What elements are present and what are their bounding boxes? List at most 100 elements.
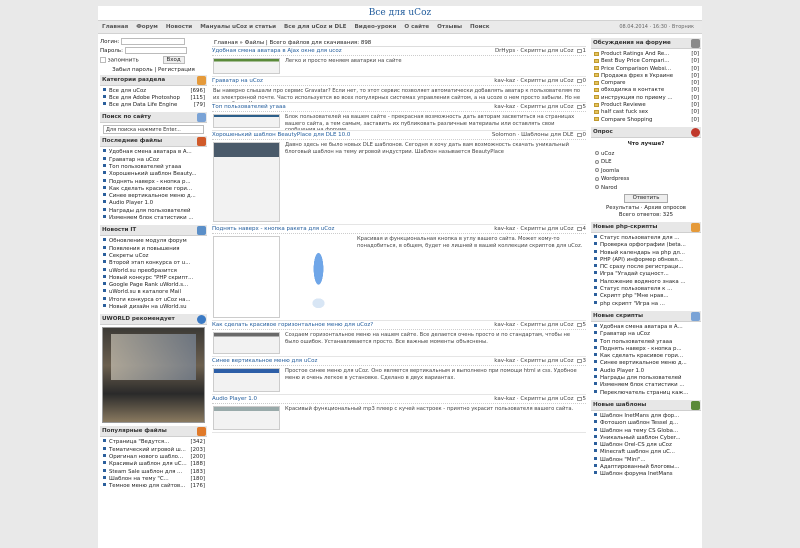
forum-topic-item[interactable]: [0] Compare: [594, 80, 701, 87]
poll-option[interactable]: uCoz: [595, 150, 697, 158]
it-news-item[interactable]: Второй этап конкурса от u...: [103, 260, 207, 267]
entry-meta-text[interactable]: kav-kaz · Скрипты для uCoz: [494, 396, 573, 402]
entry-thumbnail[interactable]: [213, 114, 280, 128]
new-script-item[interactable]: Награды для пользователей: [594, 375, 701, 382]
new-template-item[interactable]: Шаблон "Mini"...: [594, 456, 701, 464]
nav-item-3[interactable]: Мануалы uCoz и статьи: [196, 21, 280, 34]
forum-topic-item[interactable]: [0] Продажа фрез в Украине: [594, 73, 701, 80]
popular-file-item[interactable]: [203] Тематический игровой ш...: [103, 446, 207, 454]
entry-meta-text[interactable]: kav-kaz · Скрипты для uCoz: [494, 322, 573, 328]
popular-file-item[interactable]: [180] Шаблон на тему "С...: [103, 475, 207, 483]
forum-topic-item[interactable]: [0] Product Reviewe: [594, 102, 701, 109]
latest-file-item[interactable]: Как сделать красивое гори...: [103, 185, 207, 193]
forum-topic-item[interactable]: [0] обходилка в контакте: [594, 87, 701, 94]
new-php-item[interactable]: Скрипт php "Мне нрав...: [594, 293, 701, 300]
latest-file-item[interactable]: Топ пользователей угааа: [103, 163, 207, 171]
nav-item-8[interactable]: Поиск: [466, 21, 494, 34]
entry-title[interactable]: Топ пользователей угааа: [212, 104, 286, 110]
comment-icon[interactable]: [576, 132, 582, 137]
rocket-icon[interactable]: [285, 236, 352, 318]
it-news-item[interactable]: uWorld.su преобразится: [103, 267, 207, 275]
new-template-item[interactable]: Шаблон Orel-CS для uCoz: [594, 442, 701, 449]
comment-icon[interactable]: [576, 396, 582, 401]
latest-file-item[interactable]: Хорошенький шаблон Beauty...: [103, 171, 207, 178]
latest-file-item[interactable]: Поднять наверх - кнопка р...: [103, 178, 207, 186]
nav-item-1[interactable]: Форум: [132, 21, 162, 34]
new-script-item[interactable]: Удобная смена аватара в А...: [594, 323, 701, 331]
latest-file-item[interactable]: Изменяем блок статистики ...: [103, 215, 207, 222]
it-news-item[interactable]: Итоги конкурса от uCoz на...: [103, 296, 207, 304]
comment-icon[interactable]: [576, 48, 582, 53]
entry-thumbnail[interactable]: [213, 236, 280, 318]
entry-title[interactable]: Audio Player 1.0: [212, 396, 257, 402]
forum-topic-item[interactable]: [0] Compare Shopping: [594, 117, 701, 124]
new-script-item[interactable]: Audio Player 1.0: [594, 367, 701, 375]
entry-meta-text[interactable]: kav-kaz · Скрипты для uCoz: [494, 104, 573, 110]
new-script-item[interactable]: Переключатель страниц каж...: [594, 389, 701, 397]
it-news-item[interactable]: Новый конкурс "PHP скрипт...: [103, 274, 207, 282]
uworld-banner[interactable]: [102, 327, 205, 424]
new-php-item[interactable]: ПС сразу после регистраци...: [594, 264, 701, 271]
it-news-item[interactable]: Обновление модуля форум: [103, 238, 207, 245]
new-template-item[interactable]: Адаптированный блоговы...: [594, 464, 701, 471]
forum-topic-item[interactable]: [0] Best Buy Price Compari...: [594, 58, 701, 65]
entry-thumbnail[interactable]: [213, 406, 280, 430]
popular-file-item[interactable]: [200] Оригинал нового шабло...: [103, 453, 207, 461]
entry-title[interactable]: Граватар на uCoz: [212, 78, 263, 84]
new-template-item[interactable]: Minecraft шаблон для uC...: [594, 449, 701, 456]
latest-file-item[interactable]: Награды для пользователей: [103, 207, 207, 215]
popular-file-item[interactable]: [188] Красивый шаблон для uC...: [103, 461, 207, 468]
poll-option[interactable]: Joomla: [595, 167, 697, 175]
new-template-item[interactable]: Шаблон форума InetMans: [594, 471, 701, 478]
site-title-link[interactable]: Все для uCoz: [369, 8, 431, 18]
password-input[interactable]: [124, 47, 187, 54]
entry-thumbnail[interactable]: [213, 368, 280, 392]
entry-title[interactable]: Как сделать красивое горизонтальное меню…: [212, 322, 373, 328]
enter-button[interactable]: Вход: [162, 56, 185, 64]
remember-checkbox[interactable]: [100, 57, 106, 63]
popular-file-item[interactable]: [342] Страница "Ведутся...: [103, 439, 207, 446]
entry-thumbnail[interactable]: [213, 332, 280, 354]
comment-icon[interactable]: [576, 78, 582, 83]
radio-button[interactable]: [595, 168, 599, 173]
new-template-item[interactable]: Шаблон на тему CS Globa...: [594, 427, 701, 435]
entry-title[interactable]: Хорошенький шаблон BeautyPlace для DLE 1…: [212, 132, 350, 138]
nav-item-4[interactable]: Все для uCoz и DLE: [280, 21, 351, 34]
category-item[interactable]: [79] Все для Data Life Engine: [103, 102, 207, 109]
forum-topic-item[interactable]: [0] Product Ratings And Re...: [594, 51, 701, 58]
category-item[interactable]: [696] Все для uCoz: [103, 87, 207, 95]
entry-meta-text[interactable]: kav-kaz · Скрипты для uCoz: [494, 358, 573, 364]
search-input[interactable]: Для поиска нажмите Enter...: [103, 125, 204, 135]
entry-thumbnail[interactable]: [213, 58, 280, 74]
forum-topic-item[interactable]: [0] инструкция по приему ...: [594, 95, 701, 102]
nav-item-2[interactable]: Новости: [162, 21, 196, 34]
entry-meta-text[interactable]: Solomon · Шаблоны для DLE: [492, 132, 574, 138]
radio-button[interactable]: [595, 176, 599, 181]
radio-button[interactable]: [595, 185, 599, 190]
new-script-item[interactable]: Синее вертикальное меню д...: [594, 360, 701, 367]
comment-icon[interactable]: [576, 358, 582, 363]
comment-icon[interactable]: [576, 226, 582, 231]
it-news-item[interactable]: Секреты uCoz: [103, 252, 207, 260]
forgot-register-link[interactable]: Забыл пароль | Регистрация: [112, 67, 195, 73]
new-script-item[interactable]: Как сделать красивое гори...: [594, 353, 701, 360]
new-script-item[interactable]: Изменяем блок статистики ...: [594, 382, 701, 389]
new-php-item[interactable]: Игра "Угадай сущност...: [594, 271, 701, 278]
poll-option[interactable]: Wordpress: [595, 175, 697, 183]
entry-thumbnail[interactable]: [213, 142, 280, 222]
new-template-item[interactable]: Фотошоп шаблон Tessel д...: [594, 420, 701, 427]
comment-icon[interactable]: [576, 322, 582, 327]
new-php-item[interactable]: Наложение водяного знака ...: [594, 278, 701, 286]
latest-file-item[interactable]: Audio Player 1.0: [103, 200, 207, 207]
radio-button[interactable]: [595, 151, 599, 156]
nav-item-6[interactable]: О сайте: [400, 21, 433, 34]
new-php-item[interactable]: Статус пользователя к ...: [594, 286, 701, 293]
entry-meta-text[interactable]: DrHyps · Скрипты для uCoz: [495, 48, 574, 54]
it-news-item[interactable]: Появления и повышения: [103, 245, 207, 253]
new-php-item[interactable]: Проверка орфографии (beta...: [594, 242, 701, 249]
latest-file-item[interactable]: Граватар на uCoz: [103, 156, 207, 164]
entry-meta-text[interactable]: kav-kaz · Скрипты для uCoz: [494, 78, 573, 84]
nav-item-0[interactable]: Главная: [98, 21, 132, 34]
poll-option[interactable]: Narod: [595, 184, 697, 192]
it-news-item[interactable]: Google Page Rank uWorld.s...: [103, 282, 207, 289]
